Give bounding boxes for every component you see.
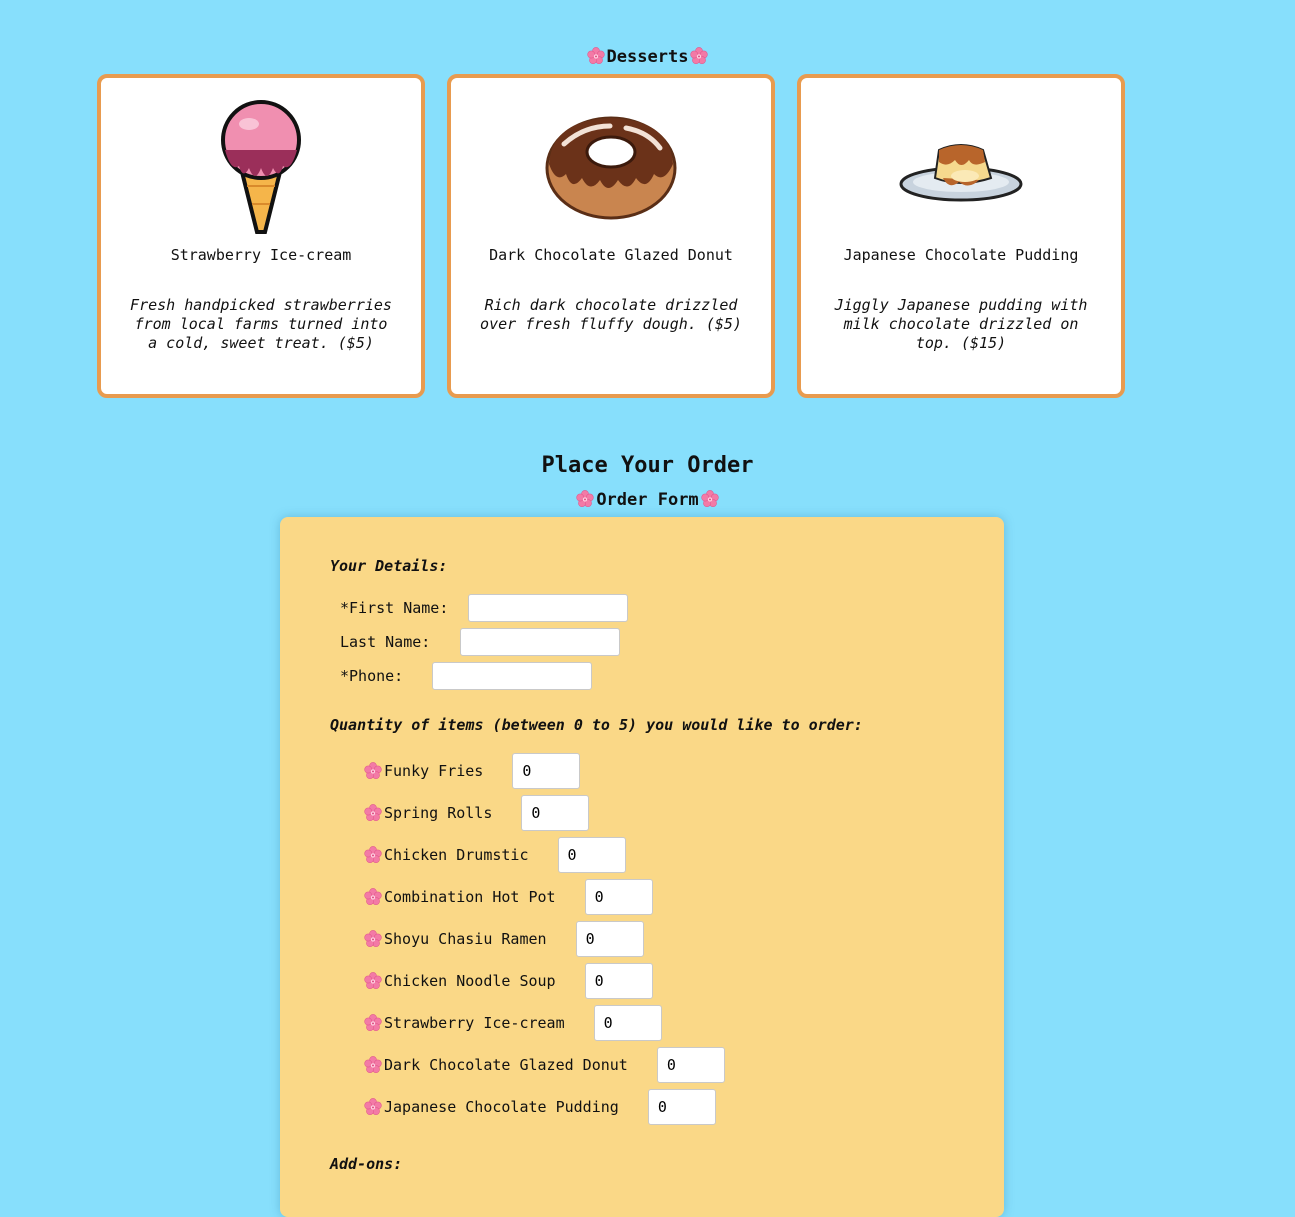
- ice-cream-icon: [221, 100, 301, 234]
- last-name-field[interactable]: [460, 628, 621, 656]
- first-name-label: *First Name:: [340, 599, 449, 617]
- dessert-description: Fresh handpicked strawberries from local…: [130, 296, 392, 352]
- cherry-blossom-icon: [364, 888, 382, 906]
- dessert-cards: Strawberry Ice-cream Fresh handpicked st…: [97, 74, 1125, 398]
- cherry-blossom-icon: [364, 762, 382, 780]
- quantity-label: Spring Rolls: [384, 804, 493, 822]
- quantity-label: Chicken Noodle Soup: [384, 972, 556, 990]
- quantity-label: Chicken Drumstic: [384, 846, 529, 864]
- dessert-name: Japanese Chocolate Pudding: [843, 246, 1079, 264]
- order-form-title: Order Form: [596, 490, 699, 510]
- quantity-row: Dark Chocolate Glazed Donut: [362, 1047, 725, 1083]
- last-name-label: Last Name:: [340, 633, 431, 651]
- dessert-card: Dark Chocolate Glazed Donut Rich dark ch…: [447, 74, 775, 398]
- donut-icon: [545, 116, 677, 220]
- quantity-label: Funky Fries: [384, 762, 484, 780]
- quantity-row: Funky Fries: [362, 753, 581, 789]
- cherry-blossom-icon: [576, 490, 594, 508]
- quantity-input[interactable]: [647, 1089, 716, 1125]
- quantity-row: Combination Hot Pot: [362, 879, 653, 915]
- phone-label: *Phone:: [340, 667, 404, 685]
- dessert-description: Rich dark chocolate drizzled over fresh …: [480, 296, 742, 333]
- dessert-description: Jiggly Japanese pudding with milk chocol…: [834, 296, 1088, 352]
- quantity-input[interactable]: [512, 753, 581, 789]
- quantity-input[interactable]: [584, 963, 653, 999]
- cherry-blossom-icon: [364, 930, 382, 948]
- quantity-label: Combination Hot Pot: [384, 888, 556, 906]
- phone-field[interactable]: [432, 662, 593, 690]
- quantity-input[interactable]: [557, 837, 626, 873]
- quantity-input[interactable]: [521, 795, 590, 831]
- desserts-heading: Desserts: [0, 47, 1295, 67]
- quantity-row: Strawberry Ice-cream: [362, 1005, 662, 1041]
- dessert-card: Strawberry Ice-cream Fresh handpicked st…: [97, 74, 425, 398]
- cherry-blossom-icon: [690, 47, 708, 65]
- page-title: Place Your Order: [541, 453, 754, 478]
- cherry-blossom-icon: [364, 1056, 382, 1074]
- quantity-row: Shoyu Chasiu Ramen: [362, 921, 644, 957]
- quantity-row: Spring Rolls: [362, 795, 590, 831]
- dessert-card: Japanese Chocolate Pudding Jiggly Japane…: [797, 74, 1125, 398]
- cherry-blossom-icon: [701, 490, 719, 508]
- last-name-row: Last Name:: [340, 628, 621, 656]
- details-heading: Your Details:: [330, 557, 448, 575]
- quantity-row: Japanese Chocolate Pudding: [362, 1089, 716, 1125]
- desserts-title: Desserts: [606, 47, 689, 67]
- first-name-row: *First Name:: [340, 594, 629, 622]
- addons-heading: Add-ons:: [330, 1155, 403, 1173]
- quantity-label: Dark Chocolate Glazed Donut: [384, 1056, 628, 1074]
- quantity-input[interactable]: [584, 879, 653, 915]
- pudding-icon: [899, 144, 1023, 202]
- phone-row: *Phone:: [340, 662, 593, 690]
- quantity-input[interactable]: [593, 1005, 662, 1041]
- cherry-blossom-icon: [364, 972, 382, 990]
- cherry-blossom-icon: [587, 47, 605, 65]
- cherry-blossom-icon: [364, 1098, 382, 1116]
- quantity-label: Strawberry Ice-cream: [384, 1014, 565, 1032]
- quantity-input[interactable]: [656, 1047, 725, 1083]
- quantity-label: Japanese Chocolate Pudding: [384, 1098, 619, 1116]
- order-form-heading: Order Form: [0, 490, 1295, 510]
- first-name-field[interactable]: [468, 594, 629, 622]
- quantity-label: Shoyu Chasiu Ramen: [384, 930, 547, 948]
- dessert-name: Strawberry Ice-cream: [170, 246, 352, 264]
- order-form: Your Details: *First Name: Last Name: *P…: [280, 517, 1004, 1217]
- cherry-blossom-icon: [364, 846, 382, 864]
- quantity-input[interactable]: [575, 921, 644, 957]
- quantity-row: Chicken Drumstic: [362, 837, 626, 873]
- dessert-name: Dark Chocolate Glazed Donut: [489, 246, 733, 264]
- quantity-row: Chicken Noodle Soup: [362, 963, 653, 999]
- cherry-blossom-icon: [364, 804, 382, 822]
- cherry-blossom-icon: [364, 1014, 382, 1032]
- quantity-heading: Quantity of items (between 0 to 5) you w…: [330, 716, 863, 734]
